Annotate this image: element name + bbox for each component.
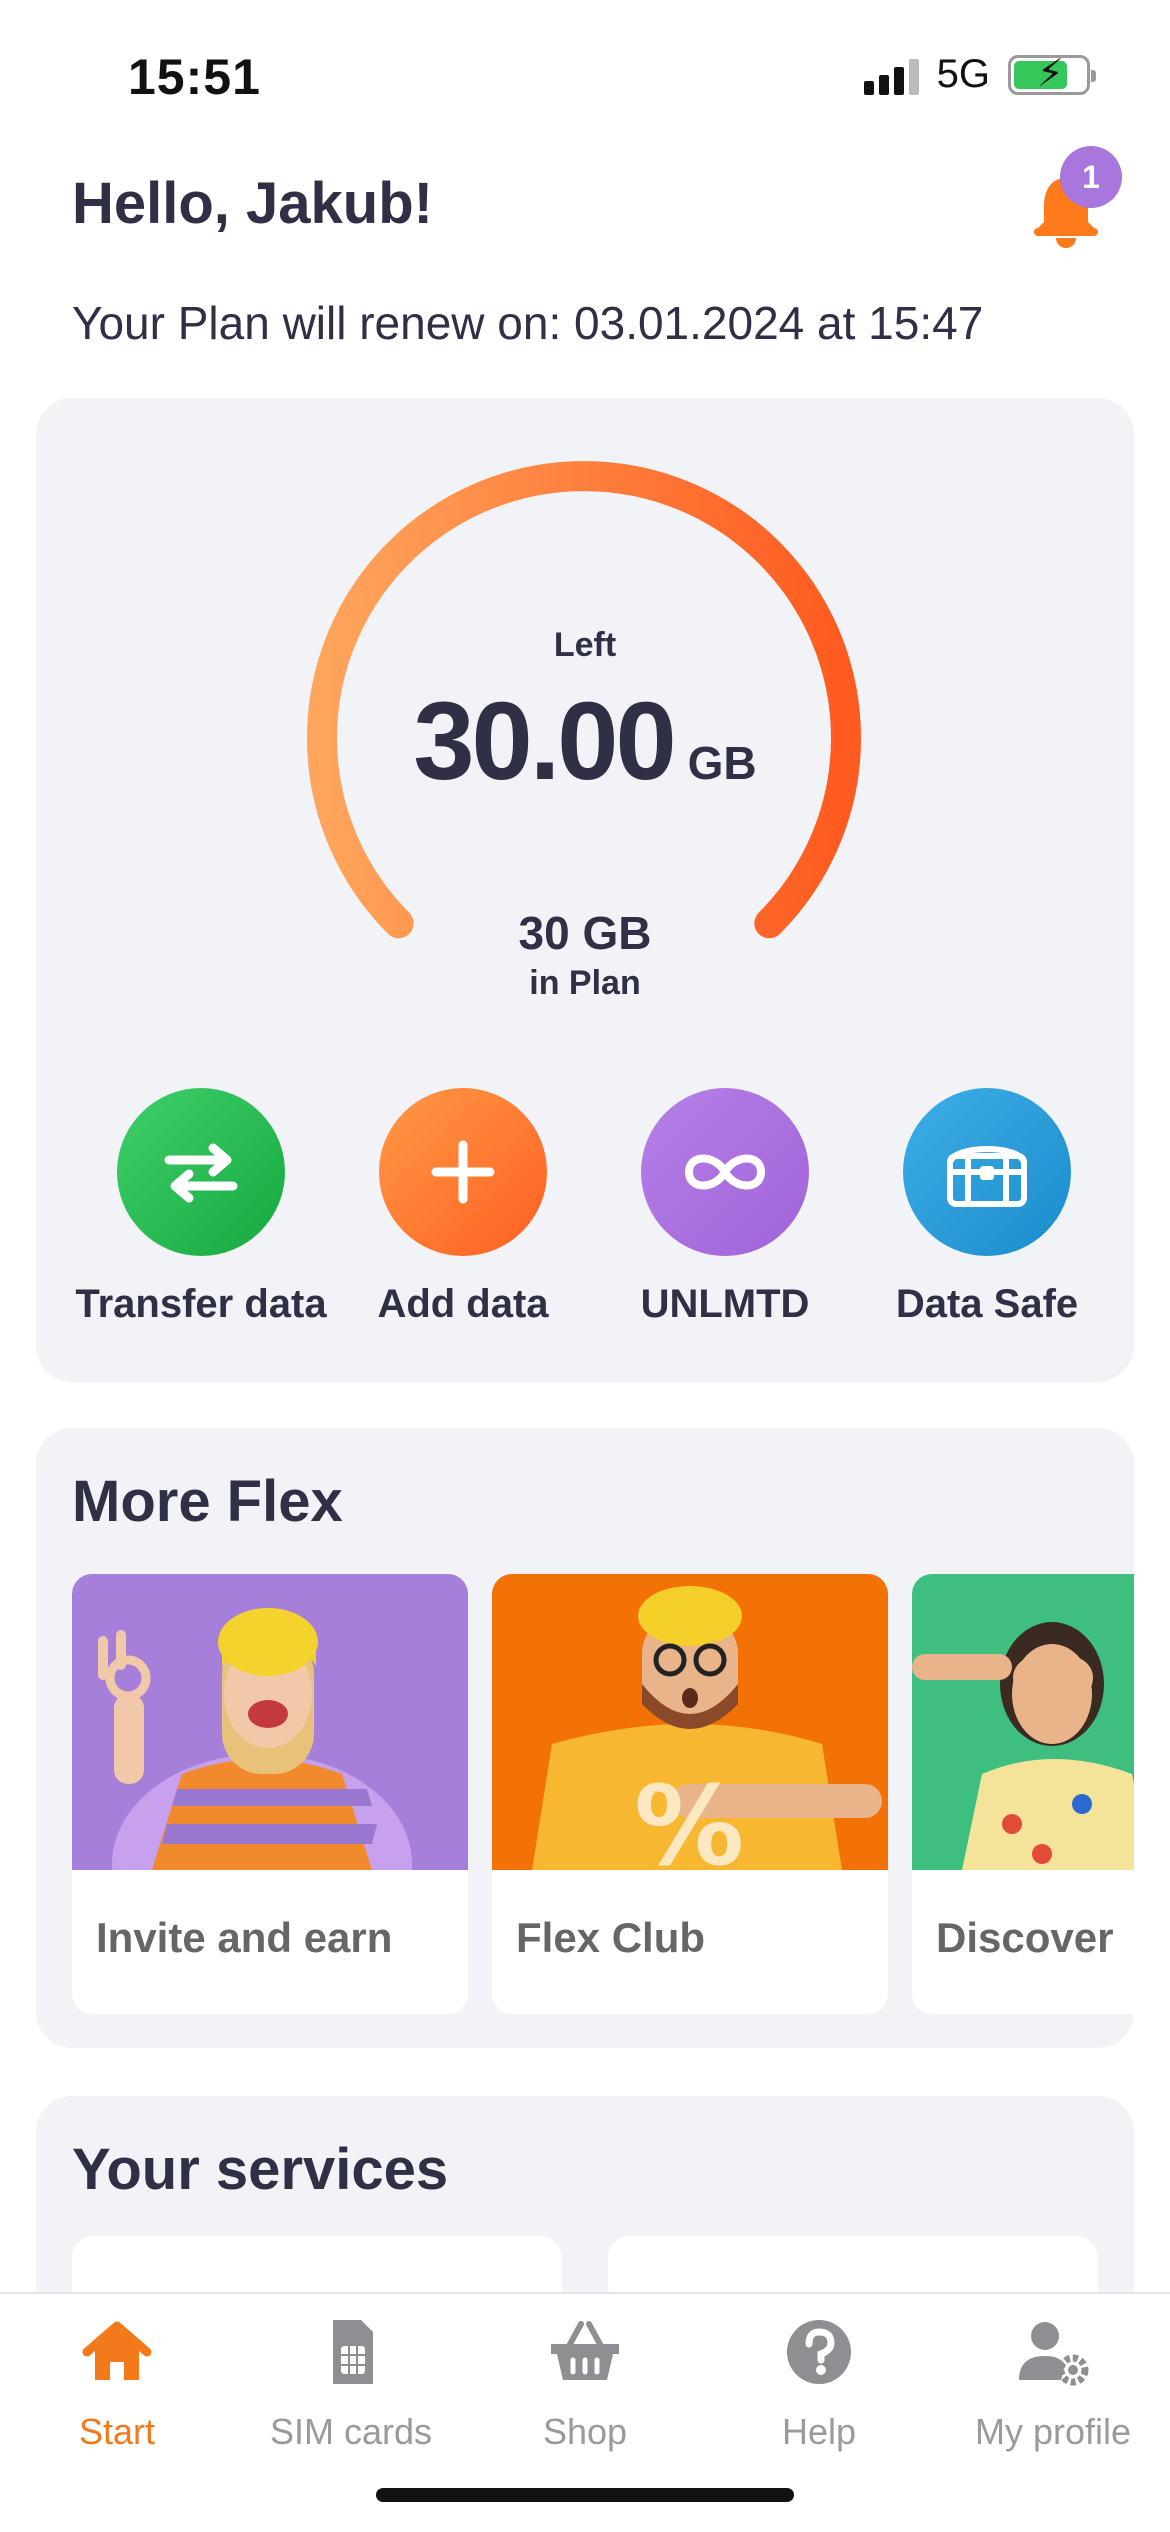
- flex-club-tile[interactable]: % Flex Club: [492, 1574, 888, 2014]
- status-bar: 15:51 5G ⚡: [0, 0, 1170, 150]
- help-icon: [787, 2320, 851, 2384]
- invite-and-earn-tile[interactable]: Invite and earn: [72, 1574, 468, 2014]
- status-indicators: 5G ⚡: [863, 52, 1096, 97]
- transfer-arrows-icon: [164, 1143, 238, 1203]
- unlmtd-circle[interactable]: [641, 1088, 809, 1256]
- man-percent-shirt-photo: %: [492, 1574, 888, 1870]
- status-time: 15:51: [128, 49, 261, 105]
- quick-actions: Transfer data Add data UNLMTD Data Safe: [36, 1088, 1134, 1348]
- signal-icon: [863, 55, 919, 95]
- invite-and-earn-label: Invite and earn: [96, 1914, 393, 1961]
- treasure-chest-icon: [947, 1146, 1027, 1207]
- greeting-title: Hello, Jakub!: [72, 171, 433, 236]
- more-flex-section: More Flex Invite and earn % Flex Club Di…: [36, 1428, 1134, 2048]
- discover-label: Discover: [936, 1914, 1114, 1961]
- tab-sim-cards[interactable]: SIM cards: [234, 2312, 468, 2453]
- home-icon: [82, 2321, 152, 2380]
- remaining-data-value: 30.00: [413, 680, 676, 803]
- svg-text:%: %: [634, 1762, 744, 1870]
- network-label: 5G: [936, 52, 990, 96]
- add-data-circle[interactable]: [379, 1088, 547, 1256]
- unlmtd-button[interactable]: UNLMTD: [594, 1088, 856, 1327]
- transfer-data-button[interactable]: Transfer data: [70, 1088, 332, 1327]
- unlmtd-label: UNLMTD: [640, 1282, 810, 1326]
- transfer-data-circle[interactable]: [117, 1088, 285, 1256]
- data-safe-label: Data Safe: [895, 1282, 1079, 1326]
- charging-bolt-icon: ⚡: [1037, 52, 1064, 95]
- battery-icon: ⚡: [1008, 52, 1096, 95]
- home-indicator: [376, 2488, 794, 2502]
- discover-tile[interactable]: Discover: [912, 1574, 1134, 2014]
- your-services-title: Your services: [72, 2137, 449, 2202]
- infinity-icon: [684, 1154, 766, 1190]
- tab-shop[interactable]: Shop: [468, 2312, 702, 2453]
- transfer-data-label: Transfer data: [75, 1282, 327, 1326]
- tab-start[interactable]: Start: [0, 2312, 234, 2453]
- tab-help-label: Help: [781, 2411, 857, 2452]
- tab-my-profile-label: My profile: [974, 2411, 1132, 2452]
- tab-start-label: Start: [78, 2411, 156, 2452]
- data-safe-button[interactable]: Data Safe: [856, 1088, 1118, 1327]
- plan-caption: in Plan: [529, 964, 641, 1002]
- gauge-left-label: Left: [553, 626, 617, 664]
- data-usage-card: Left 30.00 GB 30 GB in Plan Transfer data…: [36, 398, 1134, 1382]
- plan-renew-text: Your Plan will renew on: 03.01.2024 at 1…: [72, 297, 984, 349]
- tab-my-profile[interactable]: My profile: [936, 2312, 1170, 2453]
- gauge-value: 30.00 GB: [36, 678, 1134, 805]
- add-data-label: Add data: [377, 1282, 549, 1326]
- plus-icon: [431, 1140, 495, 1204]
- profile-gear-icon: [1019, 2322, 1089, 2386]
- add-data-button[interactable]: Add data: [332, 1088, 594, 1327]
- remaining-data-unit: GB: [687, 737, 757, 789]
- woman-binocular-gesture-photo: [912, 1574, 1134, 1870]
- sim-card-icon: [333, 2320, 373, 2384]
- more-flex-carousel[interactable]: Invite and earn % Flex Club Discover: [72, 1574, 1134, 2014]
- notification-badge: 1: [1060, 146, 1122, 208]
- plan-total: 30 GB: [518, 907, 652, 959]
- basket-icon: [551, 2321, 619, 2380]
- tab-help[interactable]: Help: [702, 2312, 936, 2453]
- woman-ok-gesture-photo: [72, 1574, 468, 1870]
- data-safe-circle[interactable]: [903, 1088, 1071, 1256]
- more-flex-title: More Flex: [72, 1469, 343, 1534]
- flex-club-label: Flex Club: [516, 1914, 706, 1961]
- tab-sim-cards-label: SIM cards: [269, 2411, 433, 2452]
- tab-shop-label: Shop: [542, 2411, 628, 2452]
